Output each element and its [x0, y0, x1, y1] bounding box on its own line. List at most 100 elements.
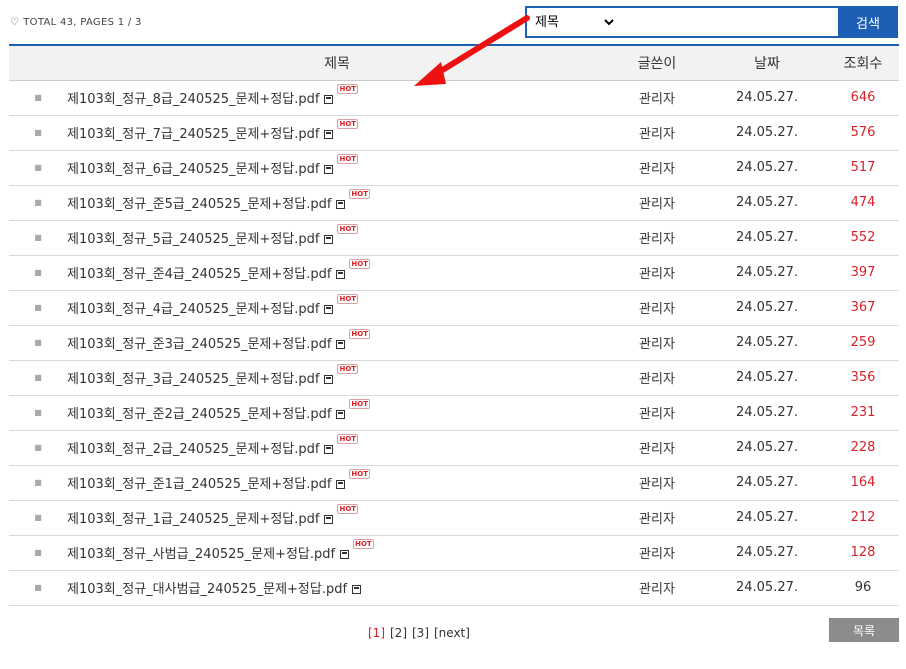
post-title-cell[interactable]: 제103회_정규_3급_240525_문제+정답.pdf HOT: [67, 360, 607, 395]
post-title-link[interactable]: 제103회_정규_7급_240525_문제+정답.pdf: [67, 127, 319, 142]
row-bullet: ■: [34, 198, 42, 207]
file-attachment-icon: [324, 375, 334, 384]
views-cell: 356: [850, 370, 876, 385]
post-title-link[interactable]: 제103회_정규_8급_240525_문제+정답.pdf: [67, 92, 319, 107]
row-bullet: ■: [34, 478, 42, 487]
file-attachment-icon: [324, 95, 334, 104]
post-title-cell[interactable]: 제103회_정규_7급_240525_문제+정답.pdf HOT: [67, 115, 607, 150]
hot-badge: HOT: [349, 399, 371, 409]
post-title-link[interactable]: 제103회_정규_4급_240525_문제+정답.pdf: [67, 302, 319, 317]
total-pages-text: TOTAL 43, PAGES 1 / 3: [23, 17, 142, 28]
date-cell: 24.05.27.: [735, 580, 799, 595]
post-title-cell[interactable]: 제103회_정규_8급_240525_문제+정답.pdf HOT: [67, 80, 607, 115]
search-bar: 제목 검색: [525, 6, 898, 38]
date-cell: 24.05.27.: [735, 440, 799, 455]
post-title-cell[interactable]: 제103회_정규_준3급_240525_문제+정답.pdf HOT: [67, 325, 607, 360]
file-attachment-icon: [324, 515, 334, 524]
date-cell: 24.05.27.: [735, 475, 799, 490]
writer-cell: 관리자: [639, 407, 675, 422]
post-title-link[interactable]: 제103회_정규_준1급_240525_문제+정답.pdf: [67, 477, 331, 492]
row-bullet: ■: [34, 268, 42, 277]
page-link-1[interactable]: [1]: [368, 626, 385, 640]
post-title-cell[interactable]: 제103회_정규_5급_240525_문제+정답.pdf HOT: [67, 220, 607, 255]
table-row: ■ 제103회_정규_2급_240525_문제+정답.pdf HOT 관리자 24…: [9, 430, 899, 465]
views-cell: 228: [850, 440, 876, 455]
writer-cell: 관리자: [639, 582, 675, 597]
post-title-link[interactable]: 제103회_정규_준2급_240525_문제+정답.pdf: [67, 407, 331, 422]
file-attachment-icon: [336, 270, 346, 279]
date-cell: 24.05.27.: [735, 545, 799, 560]
row-bullet: ■: [34, 233, 42, 242]
table-row: ■ 제103회_정규_대사범급_240525_문제+정답.pdf 관리자 24.…: [9, 570, 899, 605]
date-cell: 24.05.27.: [735, 230, 799, 245]
post-title-cell[interactable]: 제103회_정규_6급_240525_문제+정답.pdf HOT: [67, 150, 607, 185]
row-bullet: ■: [34, 548, 42, 557]
search-input[interactable]: [617, 8, 838, 36]
views-cell: 576: [850, 125, 876, 140]
search-button[interactable]: 검색: [838, 6, 898, 38]
post-title-cell[interactable]: 제103회_정규_준5급_240525_문제+정답.pdf HOT: [67, 185, 607, 220]
post-title-link[interactable]: 제103회_정규_준4급_240525_문제+정답.pdf: [67, 267, 331, 282]
hot-badge: HOT: [337, 224, 359, 234]
post-title-cell[interactable]: 제103회_정규_준2급_240525_문제+정답.pdf HOT: [67, 395, 607, 430]
total-info: ♡ TOTAL 43, PAGES 1 / 3: [10, 17, 142, 28]
hot-badge: HOT: [337, 504, 359, 514]
writer-cell: 관리자: [639, 267, 675, 282]
hot-badge: HOT: [349, 259, 371, 269]
row-bullet: ■: [34, 303, 42, 312]
date-cell: 24.05.27.: [735, 90, 799, 105]
post-title-link[interactable]: 제103회_정규_준5급_240525_문제+정답.pdf: [67, 197, 331, 212]
hot-badge: HOT: [353, 539, 374, 549]
title-column-header: 제목: [324, 55, 350, 72]
writer-cell: 관리자: [639, 337, 675, 352]
writer-cell: 관리자: [639, 127, 675, 142]
post-title-cell[interactable]: 제103회_정규_4급_240525_문제+정답.pdf HOT: [67, 290, 607, 325]
row-bullet: ■: [34, 583, 42, 592]
post-title-cell[interactable]: 제103회_정규_1급_240525_문제+정답.pdf HOT: [67, 500, 607, 535]
post-title-link[interactable]: 제103회_정규_5급_240525_문제+정답.pdf: [67, 232, 319, 247]
post-title-link[interactable]: 제103회_정규_3급_240525_문제+정답.pdf: [67, 372, 319, 387]
date-cell: 24.05.27.: [735, 510, 799, 525]
writer-cell: 관리자: [639, 197, 675, 212]
date-cell: 24.05.27.: [735, 125, 799, 140]
hot-badge: HOT: [349, 469, 371, 479]
writer-cell: 관리자: [639, 162, 675, 177]
post-title-cell[interactable]: 제103회_정규_준1급_240525_문제+정답.pdf HOT: [67, 465, 607, 500]
page-link-3[interactable]: [3]: [412, 626, 429, 640]
post-title-link[interactable]: 제103회_정규_2급_240525_문제+정답.pdf: [67, 442, 319, 457]
page-link-2[interactable]: [2]: [390, 626, 407, 640]
post-title-cell[interactable]: 제103회_정규_준4급_240525_문제+정답.pdf HOT: [67, 255, 607, 290]
table-row: ■ 제103회_정규_4급_240525_문제+정답.pdf HOT 관리자 24…: [9, 290, 899, 325]
hot-badge: HOT: [337, 364, 359, 374]
file-attachment-icon: [336, 200, 346, 209]
post-title-cell[interactable]: 제103회_정규_대사범급_240525_문제+정답.pdf: [67, 570, 607, 605]
list-button[interactable]: 목록: [829, 618, 899, 642]
search-field-select[interactable]: 제목: [527, 8, 617, 36]
views-column-header: 조회수: [843, 55, 883, 72]
post-title-link[interactable]: 제103회_정규_1급_240525_문제+정답.pdf: [67, 512, 319, 527]
table-row: ■ 제103회_정규_준4급_240525_문제+정답.pdf HOT 관리자 2…: [9, 255, 899, 290]
post-title-cell[interactable]: 제103회_정규_2급_240525_문제+정답.pdf HOT: [67, 430, 607, 465]
views-cell: 212: [850, 510, 876, 525]
hot-badge: HOT: [337, 84, 359, 94]
row-bullet: ■: [34, 408, 42, 417]
post-title-link[interactable]: 제103회_정규_준3급_240525_문제+정답.pdf: [67, 337, 331, 352]
bullet-header: [9, 45, 67, 80]
date-cell: 24.05.27.: [735, 160, 799, 175]
post-title-link[interactable]: 제103회_정규_6급_240525_문제+정답.pdf: [67, 162, 319, 177]
hot-badge: HOT: [337, 119, 359, 129]
row-bullet: ■: [34, 128, 42, 137]
date-cell: 24.05.27.: [735, 335, 799, 350]
hot-badge: HOT: [337, 294, 359, 304]
writer-cell: 관리자: [639, 302, 675, 317]
post-title-link[interactable]: 제103회_정규_대사범급_240525_문제+정답.pdf: [67, 582, 347, 597]
next-page-link[interactable]: [next]: [434, 626, 470, 640]
views-cell: 231: [850, 405, 876, 420]
table-row: ■ 제103회_정규_준5급_240525_문제+정답.pdf HOT 관리자 2…: [9, 185, 899, 220]
table-row: ■ 제103회_정규_6급_240525_문제+정답.pdf HOT 관리자 24…: [9, 150, 899, 185]
table-row: ■ 제103회_정규_3급_240525_문제+정답.pdf HOT 관리자 24…: [9, 360, 899, 395]
post-title-cell[interactable]: 제103회_정규_사범급_240525_문제+정답.pdf HOT: [67, 535, 607, 570]
post-title-link[interactable]: 제103회_정규_사범급_240525_문제+정답.pdf: [67, 547, 335, 562]
list-header-bar: ♡ TOTAL 43, PAGES 1 / 3 제목 검색: [0, 0, 906, 44]
board-table: 제목 글쓴이 날짜 조회수 ■ 제103회_정규_8급_240525_문제+정답…: [9, 44, 899, 606]
